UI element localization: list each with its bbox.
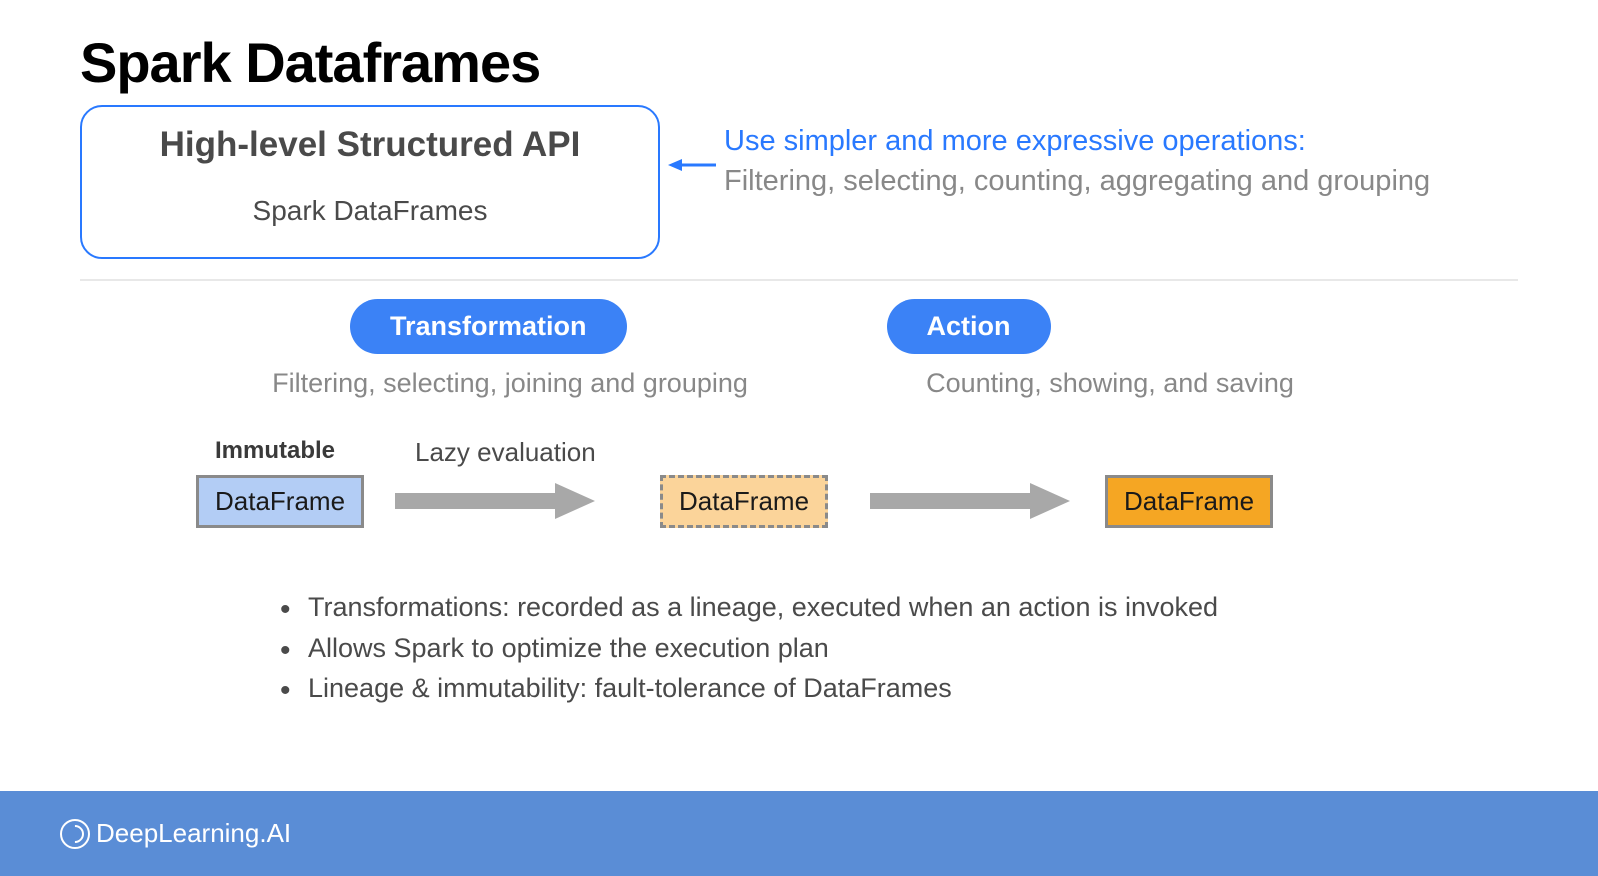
bullet-list: Transformations: recorded as a lineage, … (280, 587, 1598, 709)
side-text: Use simpler and more expressive operatio… (724, 123, 1518, 200)
transformation-pill: Transformation (350, 299, 627, 354)
arrow-left-icon (668, 155, 716, 180)
api-box-title: High-level Structured API (132, 125, 608, 165)
side-text-heading: Use simpler and more expressive operatio… (724, 123, 1518, 161)
immutable-label: Immutable (215, 437, 335, 465)
side-text-body: Filtering, selecting, counting, aggregat… (724, 163, 1518, 201)
flow-row: Immutable Lazy evaluation DataFrame Data… (0, 437, 1598, 557)
footer: DeepLearning.AI (0, 791, 1598, 876)
arrow-right-icon (395, 481, 595, 526)
dataframe-box-2: DataFrame (660, 475, 828, 528)
arrow-right-icon (870, 481, 1070, 526)
action-caption: Counting, showing, and saving (910, 368, 1310, 399)
pill-captions: Filtering, selecting, joining and groupi… (0, 354, 1598, 399)
footer-logo: DeepLearning.AI (60, 818, 291, 849)
transformation-caption: Filtering, selecting, joining and groupi… (250, 368, 770, 399)
api-box-subtitle: Spark DataFrames (132, 195, 608, 227)
dataframe-box-3: DataFrame (1105, 475, 1273, 528)
lazy-evaluation-label: Lazy evaluation (415, 437, 596, 468)
bullet-item: Lineage & immutability: fault-tolerance … (280, 668, 1598, 709)
footer-brand: DeepLearning.AI (96, 818, 291, 849)
pills-row: Transformation Action (0, 281, 1598, 354)
slide-title: Spark Dataframes (0, 0, 1598, 95)
dataframe-box-1: DataFrame (196, 475, 364, 528)
top-section: High-level Structured API Spark DataFram… (0, 95, 1598, 259)
api-box: High-level Structured API Spark DataFram… (80, 105, 660, 259)
logo-icon (60, 819, 90, 849)
action-pill: Action (887, 299, 1051, 354)
bullet-item: Allows Spark to optimize the execution p… (280, 628, 1598, 669)
bullet-item: Transformations: recorded as a lineage, … (280, 587, 1598, 628)
slide: Spark Dataframes High-level Structured A… (0, 0, 1598, 876)
